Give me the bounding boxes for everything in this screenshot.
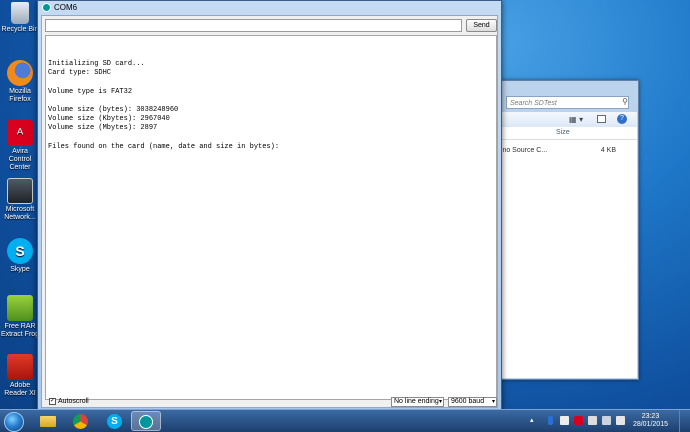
preview-pane-icon[interactable] — [597, 115, 606, 123]
autoscroll-label: Autoscroll — [58, 398, 89, 405]
line-ending-select[interactable]: No line ending ▾ — [391, 397, 444, 407]
serial-output-line: Files found on the card (name, date and … — [48, 142, 280, 151]
taskbar: S ▴ 23:23 28/01/2015 — [0, 409, 690, 432]
serial-output[interactable]: Initializing SD card... Card type: SDHC V… — [45, 35, 497, 400]
baud-rate-select[interactable]: 9600 baud ▾ — [448, 397, 497, 407]
file-name: uino Source C... — [497, 147, 548, 154]
desktop-icon-freerar[interactable]: Free RAR Extract Frog — [0, 295, 40, 339]
serial-output-line: Volume size (Mbytes): 2897 — [48, 124, 158, 133]
skype-icon: S — [7, 238, 33, 264]
serial-output-line: Initializing SD card... — [48, 60, 145, 68]
recycle-bin-icon — [11, 2, 29, 24]
frog-icon — [7, 295, 33, 321]
show-desktop-button[interactable] — [679, 410, 690, 432]
bluetooth-icon[interactable] — [546, 416, 555, 425]
baud-rate-value: 9600 baud — [451, 398, 485, 405]
serial-output-line: Volume size (bytes): 3038248960 — [48, 106, 179, 115]
network-monitor-icon — [7, 178, 33, 204]
title-bar[interactable]: COM6 — [38, 1, 501, 15]
desktop-icon-label: Recycle Bin — [1, 26, 39, 33]
clock[interactable]: 23:23 28/01/2015 — [633, 413, 668, 429]
search-icon[interactable]: ⚲ — [622, 97, 628, 106]
desktop-icon-label: Free RAR Extract Frog — [0, 323, 40, 338]
network-icon[interactable] — [560, 416, 569, 425]
serial-output-line — [48, 78, 496, 87]
show-hidden-icons-icon[interactable]: ▴ — [530, 416, 539, 425]
firefox-icon — [7, 60, 33, 86]
clock-date: 28/01/2015 — [632, 421, 668, 428]
serial-output-line: Volume size (Kbytes): 2967040 — [48, 115, 170, 124]
desktop-icon-firefox[interactable]: Mozilla Firefox — [0, 60, 40, 104]
desktop-icon-recycle-bin[interactable]: Recycle Bin — [0, 2, 40, 34]
line-ending-value: No line ending — [394, 398, 439, 405]
window-title: COM6 — [54, 3, 78, 12]
folder-icon — [40, 416, 56, 427]
desktop-icon-avira[interactable]: ᴬ Avira Control Center — [0, 120, 40, 172]
start-button[interactable] — [4, 412, 24, 432]
clock-time: 23:23 — [641, 413, 660, 420]
file-list[interactable]: Size uino Source C... 4 KB — [497, 127, 637, 378]
serial-input[interactable] — [45, 19, 462, 32]
view-options-icon[interactable]: ▦ ▾ — [569, 115, 583, 124]
action-center-icon[interactable] — [588, 416, 597, 425]
avira-icon: ᴬ — [7, 120, 33, 146]
help-icon[interactable]: ? — [617, 114, 627, 124]
serial-output-line — [48, 97, 496, 106]
desktop-icon-skype[interactable]: S Skype — [0, 238, 40, 274]
taskbar-explorer-button[interactable] — [33, 411, 63, 431]
desktop-icon-label: Microsoft Network... — [4, 206, 36, 221]
taskbar-skype-button[interactable]: S — [100, 411, 130, 431]
file-row[interactable]: uino Source C... 4 KB — [497, 145, 637, 156]
desktop-icon-msn[interactable]: Microsoft Network... — [0, 178, 40, 222]
serial-output-line: Volume type is FAT32 — [48, 87, 133, 96]
chevron-down-icon: ▾ — [491, 399, 495, 405]
desktop-icon-adobe-reader[interactable]: Adobe Reader XI — [0, 354, 40, 398]
skype-icon: S — [107, 414, 122, 429]
pdf-icon — [7, 354, 33, 380]
monitor-client: Send Initializing SD card... Card type: S… — [41, 15, 498, 408]
desktop-icon-label: Avira Control Center — [8, 148, 32, 171]
serial-output-line — [48, 134, 496, 143]
column-size-label: Size — [556, 129, 570, 136]
avira-tray-icon[interactable] — [574, 416, 583, 425]
file-size: 4 KB — [600, 147, 616, 154]
system-tray: ▴ 23:23 28/01/2015 — [520, 410, 690, 432]
desktop-icon-label: Skype — [10, 266, 30, 273]
column-header[interactable]: Size — [499, 127, 637, 140]
serial-monitor-window[interactable]: COM6 Send Initializing SD card... Card ty… — [37, 0, 502, 412]
autoscroll-checkbox[interactable]: ✓ — [49, 398, 56, 405]
taskbar-chrome-button[interactable] — [66, 411, 96, 431]
taskbar-arduino-button[interactable] — [131, 411, 161, 431]
desktop-icon-label: Adobe Reader XI — [4, 382, 36, 397]
search-input[interactable]: Search SDTest — [506, 96, 629, 109]
send-button[interactable]: Send — [466, 19, 497, 32]
chrome-icon — [73, 414, 88, 429]
serial-output-line: Card type: SDHC — [48, 69, 112, 78]
explorer-toolbar: ▦ ▾ ? — [499, 112, 637, 128]
explorer-window[interactable]: Search SDTest ⚲ ▦ ▾ ? Size uino Source C… — [497, 80, 639, 380]
arduino-icon — [42, 3, 51, 12]
arduino-icon — [139, 415, 153, 429]
volume-icon[interactable] — [616, 416, 625, 425]
chevron-down-icon: ▾ — [438, 399, 442, 405]
power-icon[interactable] — [602, 416, 611, 425]
status-bar: ✓ Autoscroll No line ending ▾ 9600 baud … — [42, 396, 497, 407]
desktop-icon-label: Mozilla Firefox — [9, 88, 31, 103]
